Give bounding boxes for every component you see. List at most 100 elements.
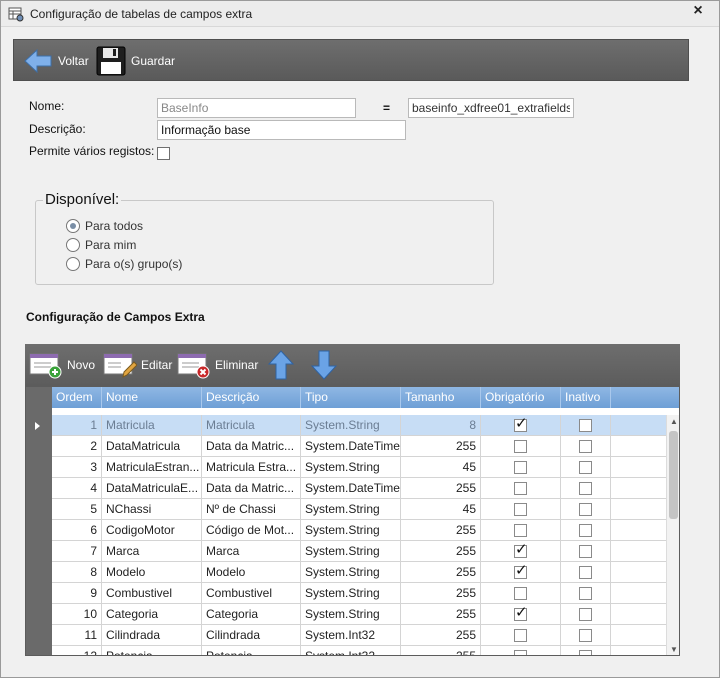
cell-ordem[interactable]: 6 xyxy=(52,520,102,540)
cell-descricao[interactable]: Modelo xyxy=(202,562,301,582)
cell-nome[interactable]: DataMatriculaE... xyxy=(102,478,202,498)
cell-tipo[interactable]: System.String xyxy=(301,541,401,561)
cell-nome[interactable]: Combustivel xyxy=(102,583,202,603)
table-row[interactable]: 3 MatriculaEstran... Matricula Estra... Sys… xyxy=(52,457,666,478)
cell-nome[interactable]: NChassi xyxy=(102,499,202,519)
save-button[interactable]: Guardar xyxy=(96,45,175,77)
cell-descricao[interactable]: Potencia xyxy=(202,646,301,655)
required-checkbox[interactable] xyxy=(514,541,528,558)
inactive-checkbox[interactable] xyxy=(579,418,592,432)
cell-nome[interactable]: Categoria xyxy=(102,604,202,624)
cell-tipo[interactable]: System.DateTime xyxy=(301,478,401,498)
cell-tamanho[interactable]: 255 xyxy=(401,478,481,498)
new-button[interactable]: Novo xyxy=(29,351,95,379)
cell-tipo[interactable]: System.String xyxy=(301,583,401,603)
required-checkbox[interactable] xyxy=(514,523,527,537)
table-row[interactable]: 10 Categoria Categoria System.String 255 xyxy=(52,604,666,625)
inactive-checkbox[interactable] xyxy=(579,502,592,516)
cell-tamanho[interactable]: 255 xyxy=(401,583,481,603)
required-checkbox[interactable] xyxy=(514,460,527,474)
radio-para-todos[interactable]: Para todos xyxy=(66,219,143,233)
cell-nome[interactable]: MatriculaEstran... xyxy=(102,457,202,477)
inactive-checkbox[interactable] xyxy=(579,481,592,495)
inactive-checkbox[interactable] xyxy=(579,628,592,642)
required-checkbox[interactable] xyxy=(514,481,527,495)
table-row[interactable]: 7 Marca Marca System.String 255 xyxy=(52,541,666,562)
table-row[interactable]: 4 DataMatriculaE... Data da Matric... Syste… xyxy=(52,478,666,499)
cell-nome[interactable]: Modelo xyxy=(102,562,202,582)
inactive-checkbox[interactable] xyxy=(579,439,592,453)
inactive-checkbox[interactable] xyxy=(579,523,592,537)
column-header-tamanho[interactable]: Tamanho xyxy=(401,387,481,408)
cell-descricao[interactable]: Matricula Estra... xyxy=(202,457,301,477)
cell-ordem[interactable]: 1 xyxy=(52,415,102,435)
cell-descricao[interactable]: Marca xyxy=(202,541,301,561)
cell-ordem[interactable]: 3 xyxy=(52,457,102,477)
cell-descricao[interactable]: Combustivel xyxy=(202,583,301,603)
back-button[interactable]: Voltar xyxy=(23,45,89,77)
cell-ordem[interactable]: 2 xyxy=(52,436,102,456)
cell-tipo[interactable]: System.String xyxy=(301,457,401,477)
cell-nome[interactable]: Potencia xyxy=(102,646,202,655)
cell-tipo[interactable]: System.Int32 xyxy=(301,646,401,655)
required-checkbox[interactable] xyxy=(514,502,527,516)
cell-ordem[interactable]: 11 xyxy=(52,625,102,645)
table-row[interactable]: 9 Combustivel Combustivel System.String 255 xyxy=(52,583,666,604)
cell-ordem[interactable]: 4 xyxy=(52,478,102,498)
table-row[interactable]: 6 CodigoMotor Código de Mot... System.Strin… xyxy=(52,520,666,541)
cell-ordem[interactable]: 7 xyxy=(52,541,102,561)
cell-descricao[interactable]: Cilindrada xyxy=(202,625,301,645)
cell-ordem[interactable]: 8 xyxy=(52,562,102,582)
column-header-ordem[interactable]: Ordem xyxy=(52,387,102,408)
name-input[interactable] xyxy=(157,98,356,118)
close-button[interactable]: × xyxy=(687,2,709,22)
scroll-down-icon[interactable]: ▼ xyxy=(667,643,679,655)
cell-tipo[interactable]: System.String xyxy=(301,499,401,519)
column-header-obrigatorio[interactable]: Obrigatório xyxy=(481,387,561,408)
radio-para-grupos[interactable]: Para o(s) grupo(s) xyxy=(66,257,182,271)
cell-tipo[interactable]: System.Int32 xyxy=(301,625,401,645)
inactive-checkbox[interactable] xyxy=(579,649,592,655)
cell-ordem[interactable]: 10 xyxy=(52,604,102,624)
radio-para-mim[interactable]: Para mim xyxy=(66,238,136,252)
column-header-descricao[interactable]: Descrição xyxy=(202,387,301,408)
cell-tipo[interactable]: System.String xyxy=(301,415,401,435)
move-down-button[interactable] xyxy=(311,350,341,380)
cell-tipo[interactable]: System.String xyxy=(301,604,401,624)
table-row[interactable]: 12 Potencia Potencia System.Int32 255 xyxy=(52,646,666,655)
cell-ordem[interactable]: 9 xyxy=(52,583,102,603)
cell-descricao[interactable]: Data da Matric... xyxy=(202,478,301,498)
cell-tamanho[interactable]: 45 xyxy=(401,457,481,477)
cell-ordem[interactable]: 12 xyxy=(52,646,102,655)
cell-tipo[interactable]: System.DateTime xyxy=(301,436,401,456)
table-row[interactable]: 8 Modelo Modelo System.String 255 xyxy=(52,562,666,583)
column-header-nome[interactable]: Nome xyxy=(102,387,202,408)
scroll-thumb[interactable] xyxy=(669,431,678,519)
cell-descricao[interactable]: Categoria xyxy=(202,604,301,624)
cell-tamanho[interactable]: 255 xyxy=(401,646,481,655)
table-row[interactable]: 5 NChassi Nº de Chassi System.String 45 xyxy=(52,499,666,520)
description-input[interactable] xyxy=(157,120,406,140)
required-checkbox[interactable] xyxy=(514,604,528,621)
cell-descricao[interactable]: Data da Matric... xyxy=(202,436,301,456)
table-row[interactable]: 11 Cilindrada Cilindrada System.Int32 255 xyxy=(52,625,666,646)
cell-tamanho[interactable]: 255 xyxy=(401,520,481,540)
cell-tamanho[interactable]: 45 xyxy=(401,499,481,519)
cell-tamanho[interactable]: 255 xyxy=(401,562,481,582)
cell-ordem[interactable]: 5 xyxy=(52,499,102,519)
cell-tamanho[interactable]: 255 xyxy=(401,604,481,624)
cell-tipo[interactable]: System.String xyxy=(301,562,401,582)
inactive-checkbox[interactable] xyxy=(579,586,592,600)
multiple-records-checkbox[interactable] xyxy=(157,147,170,160)
cell-descricao[interactable]: Matricula xyxy=(202,415,301,435)
inactive-checkbox[interactable] xyxy=(579,544,592,558)
table-name-field[interactable] xyxy=(408,98,574,118)
cell-descricao[interactable]: Código de Mot... xyxy=(202,520,301,540)
cell-tamanho[interactable]: 255 xyxy=(401,625,481,645)
cell-tamanho[interactable]: 255 xyxy=(401,541,481,561)
inactive-checkbox[interactable] xyxy=(579,460,592,474)
column-header-tipo[interactable]: Tipo xyxy=(301,387,401,408)
cell-descricao[interactable]: Nº de Chassi xyxy=(202,499,301,519)
edit-button[interactable]: Editar xyxy=(103,351,172,379)
inactive-checkbox[interactable] xyxy=(579,607,592,621)
